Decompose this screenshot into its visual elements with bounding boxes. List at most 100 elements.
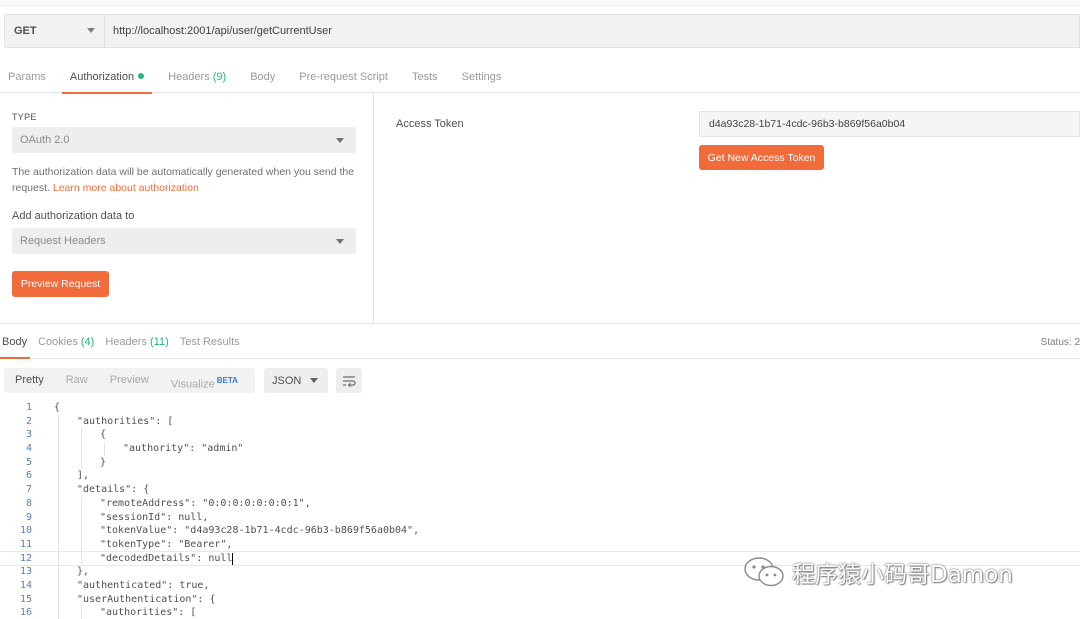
line-number: 9 [25, 511, 32, 523]
code-line: 2 "authorities": [ [0, 414, 1080, 429]
line-number: 8 [25, 497, 32, 509]
tab-label: Headers [105, 336, 147, 348]
indent-guide [58, 551, 59, 566]
view-mode-raw[interactable]: Raw [55, 368, 99, 393]
url-input[interactable]: http://localhost:2001/api/user/getCurren… [104, 14, 1080, 48]
type-label: TYPE [12, 112, 37, 122]
line-text: "userAuthentication": { [77, 593, 216, 605]
view-mode-label: Preview [109, 374, 149, 386]
line-text: { [54, 402, 61, 413]
indent-guide [58, 483, 59, 497]
line-number: 15 [19, 593, 32, 605]
tab-params[interactable]: Params [0, 62, 54, 93]
chevron-down-icon [310, 378, 318, 383]
indent-guide [58, 606, 59, 619]
view-mode-label: Pretty [15, 374, 44, 386]
view-mode-preview[interactable]: Preview [99, 368, 160, 393]
line-text: { [100, 429, 107, 441]
get-new-access-token-button[interactable]: Get New Access Token [699, 145, 824, 170]
response-tab-body[interactable]: Body [0, 323, 36, 359]
view-mode-group: Pretty Raw Preview Visualize BETA [4, 368, 255, 393]
response-tab-headers[interactable]: Headers (11) [103, 323, 177, 359]
tab-label: Test Results [179, 336, 240, 348]
line-text: "authorities": [ [77, 415, 174, 427]
response-tab-test-results[interactable]: Test Results [178, 323, 249, 359]
auth-type-value: OAuth 2.0 [20, 134, 70, 146]
line-text: "remoteAddress": "0:0:0:0:0:0:0:1", [100, 497, 311, 509]
line-text: "decodedDetails": null [100, 552, 233, 564]
line-text: "sessionId": null, [100, 511, 209, 523]
add-auth-to-label: Add authorization data to [12, 210, 135, 222]
line-number: 13 [19, 566, 32, 578]
view-mode-label: Raw [65, 374, 88, 386]
line-number: 16 [19, 607, 32, 619]
indent-guide [81, 496, 82, 511]
indent-guide [81, 551, 82, 566]
indent-guide [58, 414, 59, 429]
line-text: "authority": "admin" [123, 443, 244, 455]
preview-request-button[interactable]: Preview Request [12, 271, 109, 297]
indent-guide [81, 442, 82, 456]
tab-tests[interactable]: Tests [404, 62, 446, 93]
tab-authorization[interactable]: Authorization [61, 62, 153, 94]
access-token-input[interactable]: d4a93c28-1b71-4cdc-96b3-b869f56a0b04 [699, 111, 1080, 137]
add-auth-to-select[interactable]: Request Headers [12, 228, 356, 254]
tab-body[interactable]: Body [242, 62, 283, 93]
wrap-lines-button[interactable] [336, 368, 362, 393]
tab-label: Settings [461, 71, 502, 83]
indent-guide [58, 442, 59, 456]
code-line: 3{ [0, 428, 1080, 443]
chevron-down-icon [87, 28, 95, 33]
line-text: }, [77, 566, 90, 578]
line-number: 2 [25, 415, 32, 427]
code-line: 4 "authority": "admin" [0, 442, 1080, 456]
code-line: 9 "sessionId": null, [0, 510, 1080, 525]
add-auth-to-value: Request Headers [20, 235, 106, 247]
indent-guide [58, 578, 59, 593]
line-number: 12 [19, 552, 32, 564]
wrap-lines-icon [343, 375, 356, 387]
indent-guide [58, 565, 59, 579]
line-number: 5 [25, 456, 32, 468]
tab-count: (9) [212, 71, 227, 83]
indent-guide [81, 524, 82, 538]
auth-type-select[interactable]: OAuth 2.0 [12, 127, 356, 153]
indent-guide [58, 510, 59, 525]
line-number: 4 [25, 443, 32, 455]
line-number: 7 [25, 484, 32, 496]
tab-label: Params [8, 71, 46, 83]
indent-guide [81, 428, 82, 443]
chevron-down-icon [336, 239, 344, 244]
code-line: 8 "remoteAddress": "0:0:0:0:0:0:0:1", [0, 496, 1080, 511]
view-mode-pretty[interactable]: Pretty [4, 368, 55, 393]
format-select[interactable]: JSON [264, 368, 328, 393]
code-line: 11 "tokenType": "Bearer", [0, 537, 1080, 552]
indent-guide [58, 524, 59, 538]
method-select[interactable]: GET [4, 14, 104, 48]
code-line: 5} [0, 455, 1080, 470]
format-value: JSON [272, 374, 302, 387]
tab-settings[interactable]: Settings [454, 62, 510, 93]
line-text: "authorities": [ [100, 607, 197, 619]
line-number: 1 [25, 402, 32, 413]
line-text: ], [77, 470, 90, 482]
tab-label: Authorization [69, 71, 135, 83]
line-number: 14 [19, 579, 32, 591]
request-url-bar: GET http://localhost:2001/api/user/getCu… [4, 14, 1080, 48]
tab-label: Tests [411, 71, 438, 83]
response-tabs: Body Cookies (4) Headers (11) Test Results … [0, 323, 1080, 359]
code-line: 6], [0, 469, 1080, 484]
tab-headers[interactable]: Headers (9) [160, 62, 234, 93]
text-cursor [232, 552, 233, 565]
code-line: 7 "details": { [0, 483, 1080, 497]
response-tab-cookies[interactable]: Cookies (4) [36, 323, 103, 359]
tab-pre-request-script[interactable]: Pre-request Script [291, 62, 396, 93]
indent-guide [81, 537, 82, 552]
line-text: "tokenType": "Bearer", [100, 538, 233, 550]
learn-more-link[interactable]: Learn more about authorization [53, 182, 199, 194]
indent-guide [58, 428, 59, 443]
view-mode-visualize[interactable]: Visualize BETA [160, 368, 249, 393]
response-tab-list: Body Cookies (4) Headers (11) Test Results [0, 323, 249, 359]
indent-guide [81, 455, 82, 470]
indent-guide [81, 606, 82, 619]
